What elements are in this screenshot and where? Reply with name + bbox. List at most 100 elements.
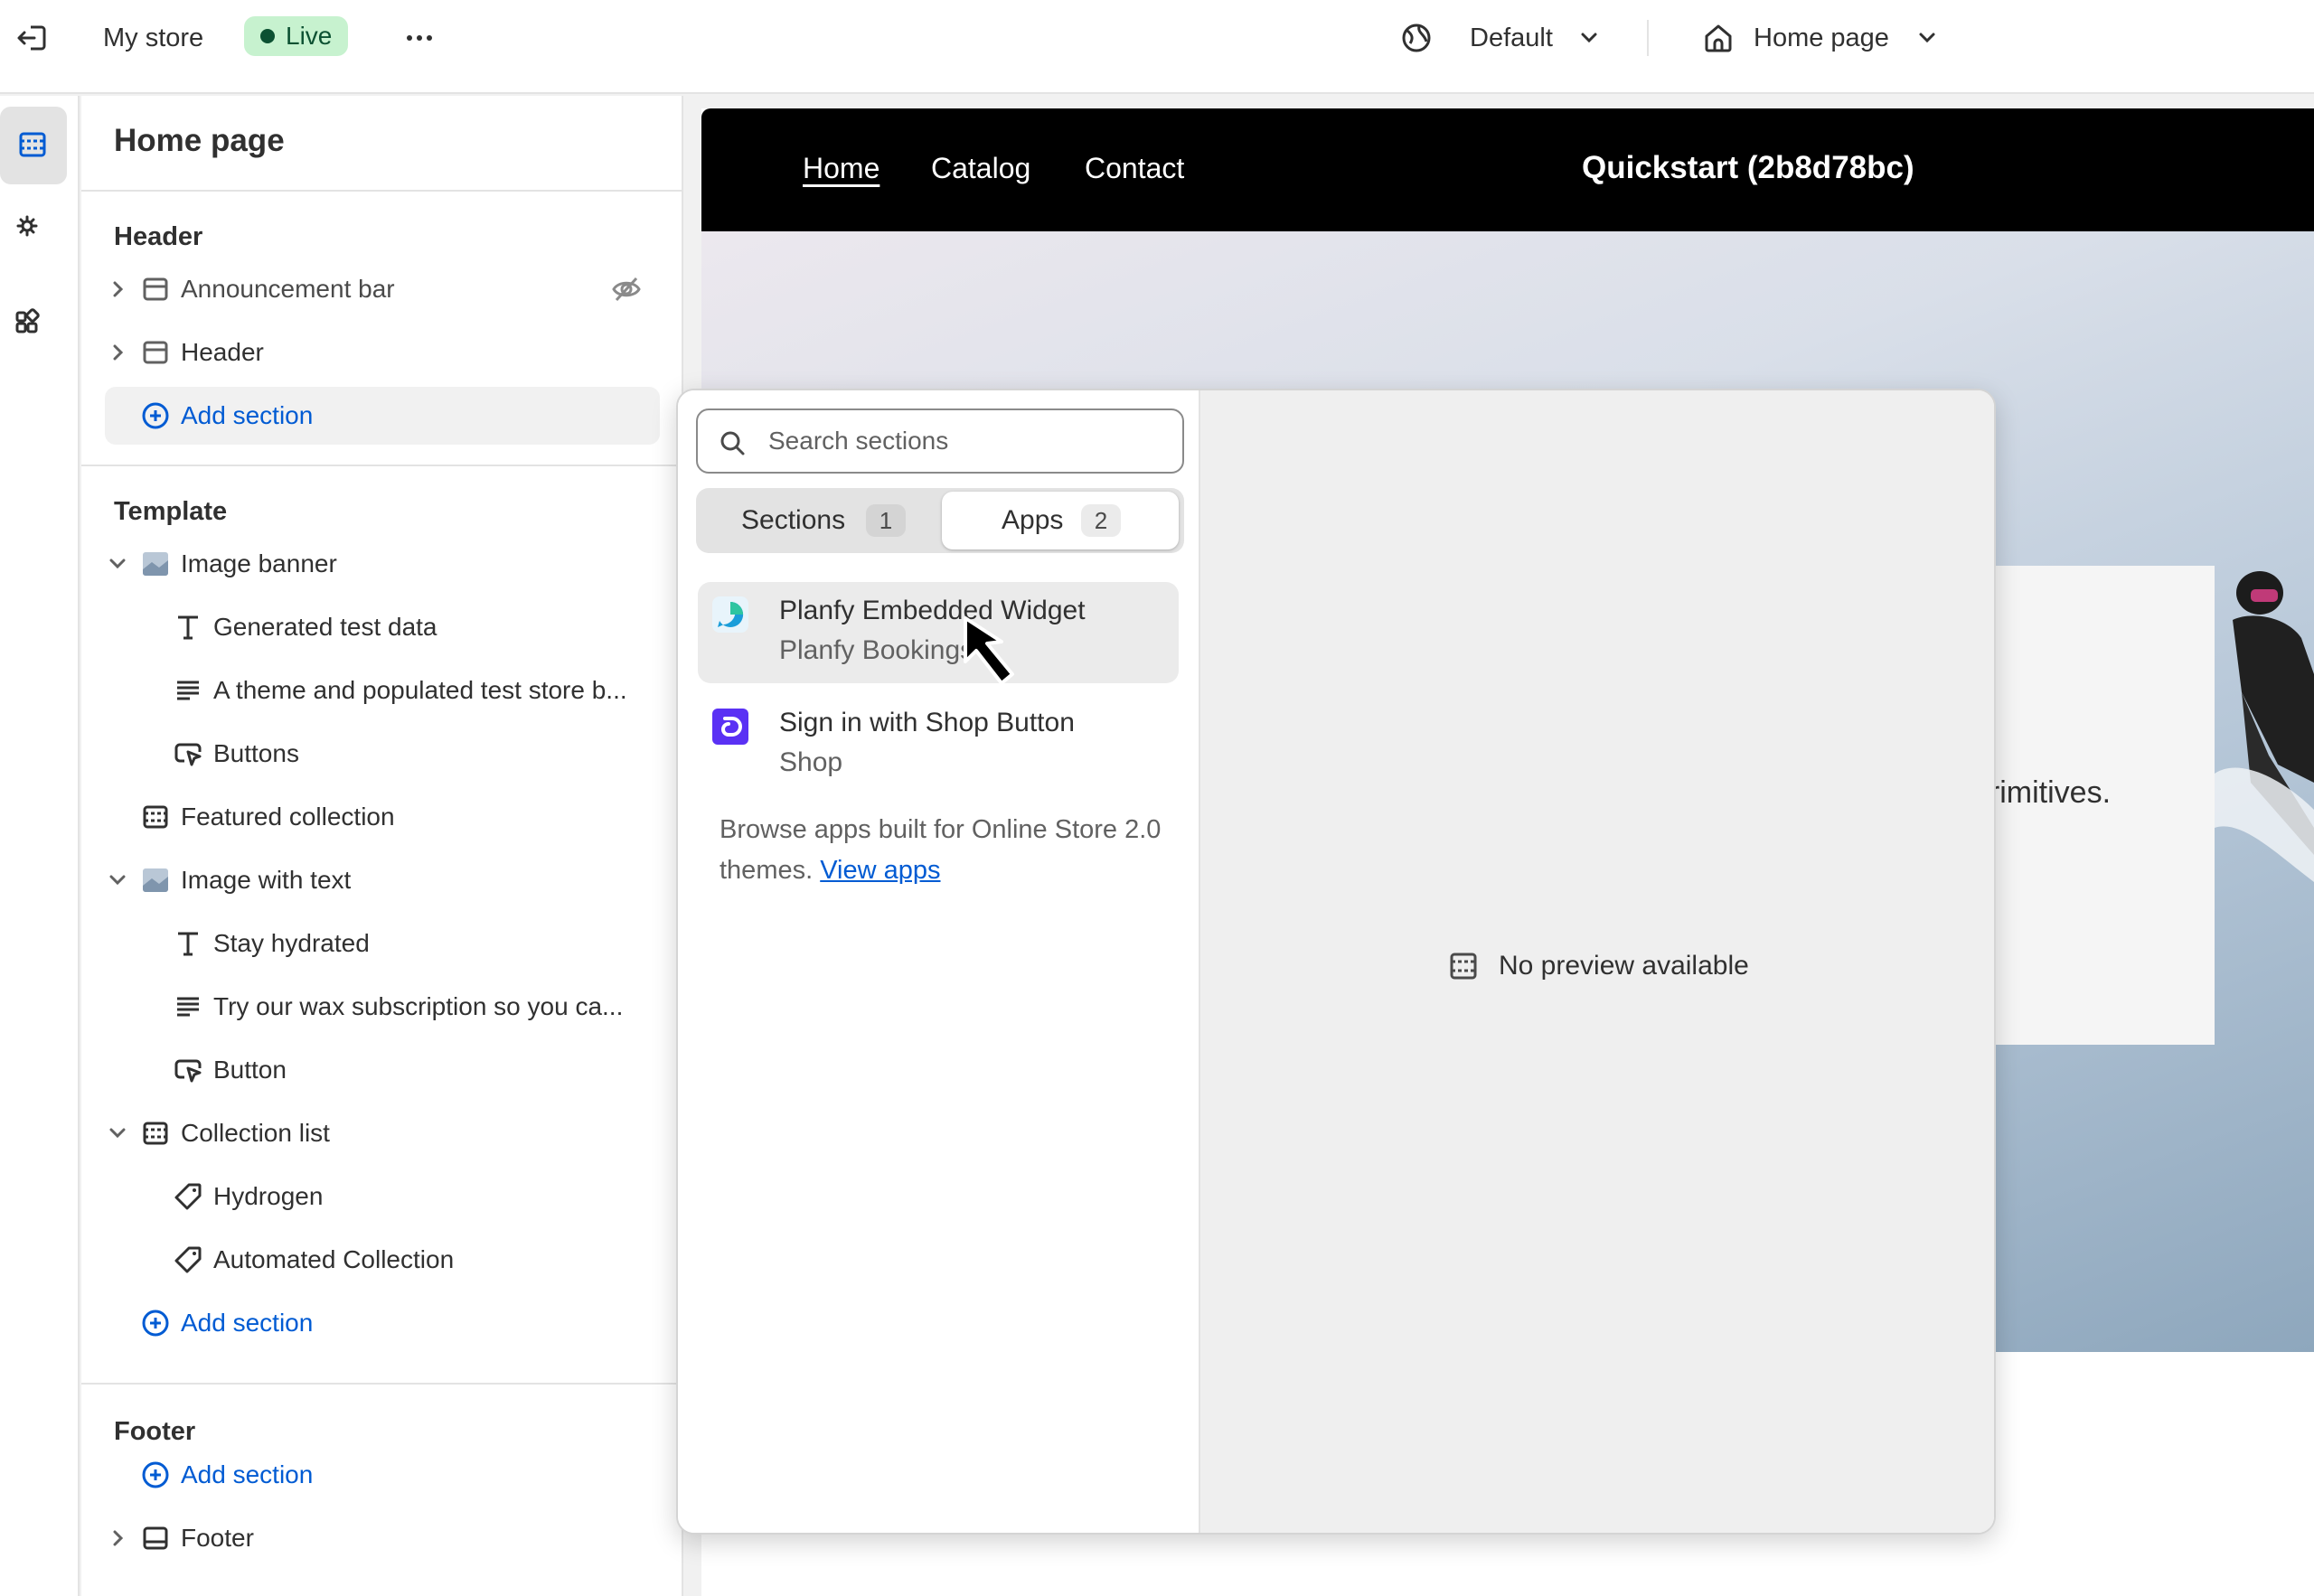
storefront-nav: Home Catalog Contact Quickstart (2b8d78b… xyxy=(701,108,2314,231)
live-dot-icon xyxy=(260,29,275,43)
search-sections-field[interactable] xyxy=(696,408,1184,474)
divider xyxy=(81,1383,683,1385)
section-collection-list[interactable]: Collection list xyxy=(105,1104,660,1162)
block-generated-test-data[interactable]: Generated test data xyxy=(105,598,660,656)
apps-icon[interactable] xyxy=(0,280,67,358)
add-section-template-button[interactable]: Add section xyxy=(105,1294,660,1352)
section-picker-list: Sections 1 Apps 2 Planfy Embedded Widget… xyxy=(678,390,1199,1533)
section-layout-icon xyxy=(141,275,170,304)
nav-link-home[interactable]: Home xyxy=(803,150,880,186)
tab-apps[interactable]: Apps 2 xyxy=(942,492,1179,549)
search-icon xyxy=(718,428,747,457)
skier-image xyxy=(2215,571,2314,882)
chevron-right-icon[interactable] xyxy=(105,277,130,302)
section-sidebar: Home page Header Announcement bar Header… xyxy=(81,96,683,1596)
divider xyxy=(81,190,683,192)
globe-icon[interactable] xyxy=(1399,20,1434,56)
image-thumbnail-icon xyxy=(141,866,170,895)
add-section-label: Add section xyxy=(181,1460,314,1488)
tag-icon xyxy=(174,1182,202,1211)
app-name: Sign in with Shop Button xyxy=(779,708,1075,737)
divider xyxy=(81,465,683,466)
app-item-planfy[interactable]: Planfy Embedded Widget Planfy Bookings xyxy=(698,582,1179,683)
tab-label: Apps xyxy=(1002,505,1064,535)
section-label: Featured collection xyxy=(181,803,395,831)
picker-tabs: Sections 1 Apps 2 xyxy=(696,488,1184,553)
chevron-down-icon[interactable] xyxy=(105,551,130,577)
add-section-popover: Sections 1 Apps 2 Planfy Embedded Widget… xyxy=(676,389,1996,1535)
view-apps-link[interactable]: View apps xyxy=(820,856,940,885)
block-label: Button xyxy=(213,1056,287,1084)
template-group-title: Template xyxy=(114,497,228,526)
block-richtext[interactable]: A theme and populated test store b... xyxy=(105,662,660,719)
chevron-right-icon[interactable] xyxy=(105,1526,130,1551)
section-image-with-text[interactable]: Image with text xyxy=(105,851,660,909)
chevron-down-icon[interactable] xyxy=(105,868,130,893)
image-thumbnail-icon xyxy=(141,549,170,578)
eye-off-icon[interactable] xyxy=(611,275,642,304)
chevron-down-icon[interactable] xyxy=(1914,25,1940,51)
section-label: Header xyxy=(181,338,264,366)
block-label: Automated Collection xyxy=(213,1245,455,1273)
section-layout-icon xyxy=(141,1524,170,1553)
add-section-header-button[interactable]: Add section xyxy=(105,387,660,445)
section-label: Image with text xyxy=(181,866,352,894)
block-label: Hydrogen xyxy=(213,1182,324,1210)
chevron-down-icon[interactable] xyxy=(1576,25,1602,51)
add-section-label: Add section xyxy=(181,1309,314,1337)
page-selector[interactable]: Home page xyxy=(1754,20,1889,56)
ellipsis-icon[interactable] xyxy=(401,20,437,56)
plus-circle-icon xyxy=(141,1460,170,1489)
gear-icon[interactable] xyxy=(0,193,67,271)
nav-link-contact[interactable]: Contact xyxy=(1085,150,1184,186)
block-buttons[interactable]: Buttons xyxy=(105,725,660,783)
block-label: Try our wax subscription so you ca... xyxy=(213,992,624,1020)
block-label: Generated test data xyxy=(213,613,437,641)
plus-circle-icon xyxy=(141,1309,170,1338)
section-image-banner[interactable]: Image banner xyxy=(105,535,660,593)
section-header[interactable]: Header xyxy=(105,324,660,381)
section-label: Collection list xyxy=(181,1119,330,1147)
icon-rail xyxy=(0,96,80,1596)
tab-sections[interactable]: Sections 1 xyxy=(700,492,936,549)
paragraph-icon xyxy=(174,676,202,705)
home-icon[interactable] xyxy=(1701,20,1736,56)
button-press-icon xyxy=(174,739,202,768)
app-item-shop-sign-in[interactable]: Sign in with Shop Button Shop xyxy=(698,694,1179,795)
planfy-logo-icon xyxy=(712,596,748,633)
nav-link-catalog[interactable]: Catalog xyxy=(931,150,1030,186)
text-icon xyxy=(174,929,202,958)
search-sections-input[interactable] xyxy=(768,421,1166,461)
store-brand: Quickstart (2b8d78bc) xyxy=(1582,150,1914,185)
block-label: Buttons xyxy=(213,739,299,767)
sections-icon[interactable] xyxy=(0,107,67,184)
header-group-title: Header xyxy=(114,222,203,251)
block-label: Stay hydrated xyxy=(213,929,370,957)
block-wax-subscription[interactable]: Try our wax subscription so you ca... xyxy=(105,978,660,1036)
top-bar: My store Live Default Home page xyxy=(0,0,2314,94)
section-featured-collection[interactable]: Featured collection xyxy=(105,788,660,846)
section-announcement-bar[interactable]: Announcement bar xyxy=(105,260,660,318)
store-name: My store xyxy=(103,23,204,52)
block-hydrogen[interactable]: Hydrogen xyxy=(105,1168,660,1225)
exit-icon[interactable] xyxy=(14,20,51,56)
live-status-label: Live xyxy=(286,22,333,50)
chevron-right-icon[interactable] xyxy=(105,340,130,365)
section-footer[interactable]: Footer xyxy=(105,1509,660,1567)
app-developer: Planfy Bookings xyxy=(779,635,974,665)
button-press-icon xyxy=(174,1056,202,1084)
section-label: Announcement bar xyxy=(181,275,395,303)
tab-label: Sections xyxy=(741,505,846,535)
app-name: Planfy Embedded Widget xyxy=(779,596,1086,625)
block-automated-collection[interactable]: Automated Collection xyxy=(105,1231,660,1289)
shop-logo-icon xyxy=(712,709,748,745)
paragraph-icon xyxy=(174,992,202,1021)
block-button[interactable]: Button xyxy=(105,1041,660,1099)
block-stay-hydrated[interactable]: Stay hydrated xyxy=(105,915,660,972)
section-label: Image banner xyxy=(181,549,337,577)
chevron-down-icon[interactable] xyxy=(105,1121,130,1146)
section-label: Footer xyxy=(181,1524,254,1552)
add-section-footer-button[interactable]: Add section xyxy=(105,1446,660,1504)
live-status-badge: Live xyxy=(244,16,349,56)
theme-selector[interactable]: Default xyxy=(1470,20,1553,56)
